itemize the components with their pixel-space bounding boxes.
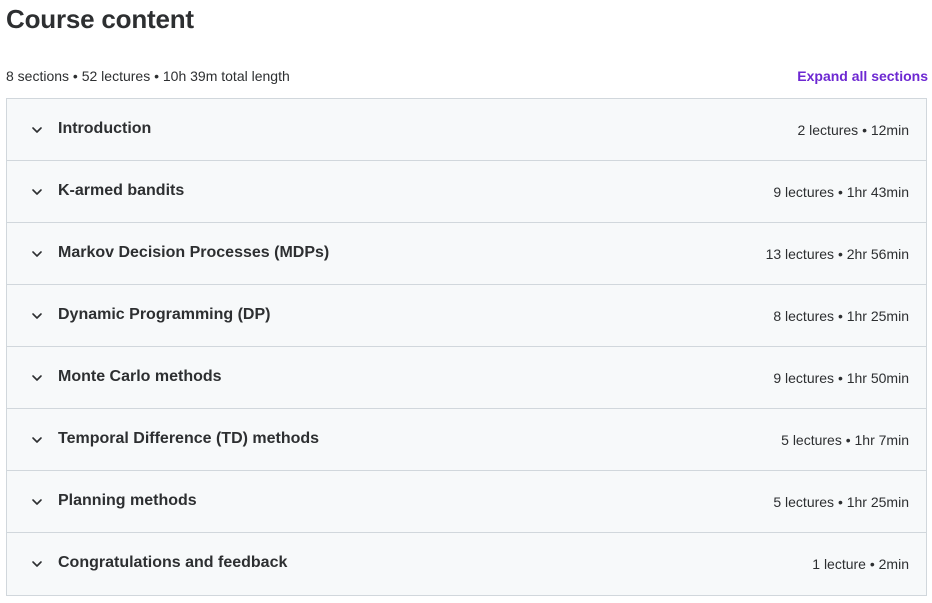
section-row-k-armed-bandits[interactable]: K-armed bandits 9 lectures • 1hr 43min	[7, 161, 926, 223]
section-meta: 5 lectures • 1hr 7min	[781, 431, 909, 448]
page-title: Course content	[6, 4, 194, 34]
section-meta: 2 lectures • 12min	[797, 121, 909, 138]
section-row-mdps[interactable]: Markov Decision Processes (MDPs) 13 lect…	[7, 223, 926, 285]
section-row-monte-carlo[interactable]: Monte Carlo methods 9 lectures • 1hr 50m…	[7, 347, 926, 409]
section-meta: 13 lectures • 2hr 56min	[765, 245, 909, 262]
chevron-down-icon	[29, 432, 45, 448]
section-title: Introduction	[58, 119, 152, 137]
section-row-temporal-difference[interactable]: Temporal Difference (TD) methods 5 lectu…	[7, 409, 926, 471]
section-header-left: Planning methods	[29, 491, 197, 510]
section-meta: 8 lectures • 1hr 25min	[773, 307, 909, 324]
chevron-down-icon	[29, 308, 45, 324]
section-header-left: K-armed bandits	[29, 181, 185, 200]
chevron-down-icon	[29, 122, 45, 138]
section-row-introduction[interactable]: Introduction 2 lectures • 12min	[7, 99, 926, 161]
section-title: Planning methods	[58, 491, 197, 509]
course-summary-text: 8 sections • 52 lectures • 10h 39m total…	[6, 68, 290, 84]
expand-all-sections-button[interactable]: Expand all sections	[797, 68, 928, 84]
section-header-left: Introduction	[29, 119, 152, 138]
section-header-left: Monte Carlo methods	[29, 367, 222, 386]
section-row-dynamic-programming[interactable]: Dynamic Programming (DP) 8 lectures • 1h…	[7, 285, 926, 347]
section-title: K-armed bandits	[58, 181, 185, 199]
section-header-left: Congratulations and feedback	[29, 554, 288, 572]
chevron-down-icon	[29, 556, 45, 572]
section-meta: 5 lectures • 1hr 25min	[773, 493, 909, 510]
section-title: Dynamic Programming (DP)	[58, 305, 271, 323]
section-meta: 9 lectures • 1hr 43min	[773, 183, 909, 200]
chevron-down-icon	[29, 246, 45, 262]
section-title: Temporal Difference (TD) methods	[58, 429, 320, 447]
section-header-left: Temporal Difference (TD) methods	[29, 429, 320, 448]
section-meta: 9 lectures • 1hr 50min	[773, 369, 909, 386]
chevron-down-icon	[29, 494, 45, 510]
section-title: Markov Decision Processes (MDPs)	[58, 243, 330, 261]
course-summary-bar: 8 sections • 52 lectures • 10h 39m total…	[6, 64, 928, 88]
section-row-congratulations[interactable]: Congratulations and feedback 1 lecture •…	[7, 533, 926, 595]
section-title: Congratulations and feedback	[58, 554, 288, 571]
section-row-planning-methods[interactable]: Planning methods 5 lectures • 1hr 25min	[7, 471, 926, 533]
section-header-left: Markov Decision Processes (MDPs)	[29, 243, 330, 262]
sections-accordion: Introduction 2 lectures • 12min K-armed …	[6, 98, 927, 596]
section-title: Monte Carlo methods	[58, 367, 222, 385]
section-header-left: Dynamic Programming (DP)	[29, 305, 271, 324]
chevron-down-icon	[29, 184, 45, 200]
chevron-down-icon	[29, 370, 45, 386]
section-meta: 1 lecture • 2min	[812, 556, 909, 572]
